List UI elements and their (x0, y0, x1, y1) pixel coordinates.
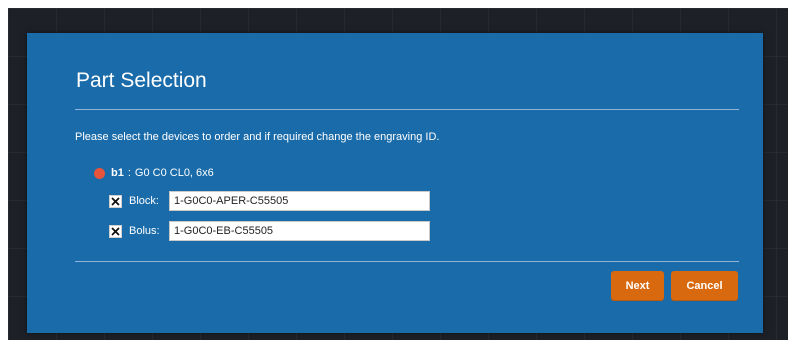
checkbox-checked-icon (111, 197, 120, 205)
cancel-button[interactable]: Cancel (671, 271, 738, 301)
bolus-checkbox[interactable] (109, 224, 122, 238)
part-selection-dialog: Part Selection Please select the devices… (27, 33, 763, 333)
status-dot-icon (94, 167, 105, 179)
title-divider (75, 109, 739, 110)
dialog-title: Part Selection (76, 69, 207, 92)
checkbox-checked-icon (111, 227, 120, 235)
device-row: b1 : G0 C0 CL0, 6x6 (94, 166, 214, 180)
device-separator: : (127, 167, 131, 179)
bolus-label: Bolus: (129, 225, 160, 237)
bolus-engraving-id-input[interactable] (169, 221, 430, 241)
next-button[interactable]: Next (611, 271, 664, 301)
part-row-block: Block: (109, 191, 430, 211)
block-engraving-id-input[interactable] (169, 191, 430, 211)
instruction-text: Please select the devices to order and i… (75, 131, 440, 143)
device-description: G0 C0 CL0, 6x6 (134, 167, 214, 179)
device-id: b1 (111, 167, 124, 179)
part-row-bolus: Bolus: (109, 221, 430, 241)
block-label: Block: (129, 195, 159, 207)
footer-divider (75, 261, 739, 262)
block-checkbox[interactable] (109, 194, 122, 208)
